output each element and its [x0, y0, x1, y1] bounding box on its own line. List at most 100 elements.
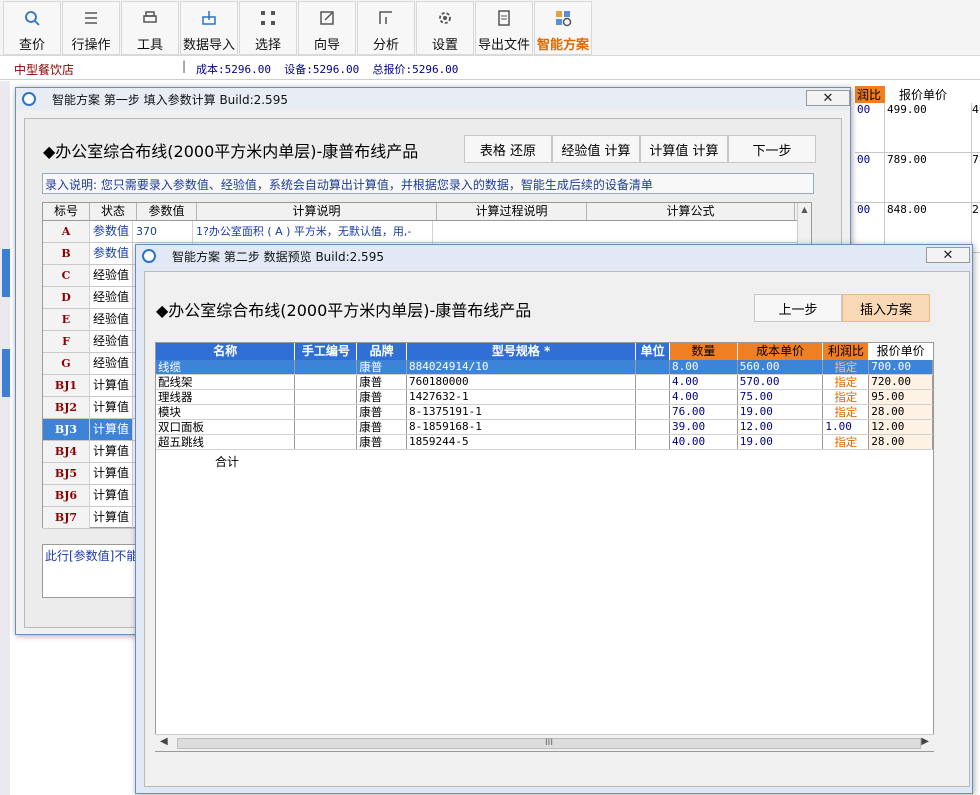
table-row[interactable]: 超五跳线 康普 1859244-5 40.00 19.00 指定 28.00 [156, 435, 933, 450]
truncated-cell: 49 [972, 103, 980, 116]
scroll-right-arrow-icon[interactable]: ▶ [921, 736, 929, 747]
info-bar: 中型餐饮店 | 成本:5296.00 设备:5296.00 总报价:5296.0… [0, 58, 980, 80]
row-key: G [43, 353, 90, 374]
cell-model: 8-1375191-1 [407, 405, 637, 419]
toolbar-button-3[interactable]: 数据导入 [180, 1, 238, 55]
window-titlebar[interactable]: 智能方案 第二步 数据预览 Build:2.595 [136, 245, 972, 267]
row-key: BJ5 [43, 463, 90, 484]
row-key: BJ1 [43, 375, 90, 396]
previous-step-button[interactable]: 上一步 [754, 294, 842, 322]
computed-calc-button[interactable]: 计算值 计算 [640, 135, 728, 163]
experience-calc-button[interactable]: 经验值 计算 [552, 135, 640, 163]
table-row[interactable]: 模块 康普 8-1375191-1 76.00 19.00 指定 28.00 [156, 405, 933, 420]
background-grid-row: 00499.0049 [855, 103, 980, 153]
horizontal-scrollbar[interactable]: ◀ III ▶ [155, 734, 934, 751]
column-header: 手工编号 [295, 343, 358, 360]
column-header: 单位 [636, 343, 671, 360]
cell-name: 理线器 [156, 390, 296, 404]
table-row[interactable]: 线缆 康普 884024914/10 8.00 560.00 指定 700.00 [156, 360, 933, 375]
row-status: 计算值 [90, 419, 133, 440]
cell-code [295, 420, 358, 434]
cell-brand: 康普 [357, 405, 408, 419]
next-step-button[interactable]: 下一步 [728, 135, 816, 163]
smart-plan-icon [553, 8, 573, 28]
cell-qty: 39.00 [670, 420, 738, 434]
window-title: 智能方案 第一步 填入参数计算 Build:2.595 [52, 92, 288, 107]
toolbar-button-7[interactable]: 设置 [416, 1, 474, 55]
column-header: 报价单价 [869, 343, 933, 360]
cell-model: 1427632-1 [407, 390, 637, 404]
edit-icon [317, 8, 337, 28]
toolbar-button-1[interactable]: 行操作 [62, 1, 120, 55]
plan-heading: ◆办公室综合布线(2000平方米内单层)-康普布线产品 [43, 142, 419, 161]
column-header: 利润比 [823, 343, 870, 360]
toolbar-button-label: 选择 [254, 38, 281, 53]
cell-cost: 75.00 [738, 390, 824, 404]
printer-icon [140, 8, 160, 28]
column-header: 状态 [90, 203, 137, 220]
row-status: 计算值 [90, 463, 133, 484]
cell-code [295, 435, 358, 449]
preview-grid: 名称 手工编号 品牌 型号规格 * 单位 数量 成本单价 利润比 报价单价 线缆 康普 884024… [155, 342, 934, 752]
toolbar-button-label: 查价 [18, 38, 45, 53]
export-file-icon [494, 8, 514, 28]
toolbar-button-9[interactable]: 智能方案 [534, 1, 592, 55]
toolbar-button-label: 数据导入 [182, 38, 235, 53]
toolbar-button-6[interactable]: 分析 [357, 1, 415, 55]
toolbar-button-0[interactable]: 查价 [3, 1, 61, 55]
price-cell: 789.00 [885, 153, 972, 202]
row-key: E [43, 309, 90, 330]
cell-cost: 560.00 [737, 360, 824, 374]
scroll-left-arrow-icon[interactable]: ◀ [160, 736, 168, 747]
search-icon [22, 8, 42, 28]
parameter-row[interactable]: A 参数值 370 1?办公室面积 ( A ) 平方米，无默认值，用,- [43, 221, 811, 243]
truncated-cell: 78 [972, 153, 980, 166]
cell-qty: 8.00 [670, 360, 738, 374]
cell-unit [636, 390, 670, 404]
window-titlebar[interactable]: 智能方案 第一步 填入参数计算 Build:2.595 [16, 88, 850, 110]
cell-qty: 40.00 [670, 435, 738, 449]
cell-code [295, 375, 358, 389]
close-button[interactable]: ✕ [926, 247, 970, 263]
toolbar-button-label: 工具 [136, 38, 163, 53]
total-label: 合计 [215, 455, 240, 469]
cell-unit [636, 405, 670, 419]
row-status: 计算值 [90, 485, 133, 506]
toolbar-button-8[interactable]: 导出文件 [475, 1, 533, 55]
background-grid-row: 00789.0078 [855, 153, 980, 203]
toolbar-button-4[interactable]: 选择 [239, 1, 297, 55]
cell-name: 配线架 [156, 375, 296, 389]
price-cell: 499.00 [885, 103, 972, 152]
toolbar-button-label: 设置 [431, 38, 458, 53]
restore-table-button[interactable]: 表格 还原 [464, 135, 552, 163]
table-row[interactable]: 配线架 康普 760180000 4.00 570.00 指定 720.00 [156, 375, 933, 390]
table-row[interactable]: 理线器 康普 1427632-1 4.00 75.00 指定 95.00 [156, 390, 933, 405]
row-value-cell[interactable]: 370 [133, 221, 193, 242]
cell-brand: 康普 [357, 360, 408, 374]
row-status: 计算值 [90, 441, 133, 462]
step2-button-group: 上一步 插入方案 [754, 294, 930, 322]
scroll-up-arrow-icon[interactable]: ▲ [798, 205, 811, 214]
row-status: 计算值 [90, 375, 133, 396]
cell-cost: 570.00 [738, 375, 824, 389]
row-status: 经验值 [90, 353, 133, 374]
table-row[interactable]: 双口面板 康普 8-1859168-1 39.00 12.00 1.00 12.00 [156, 420, 933, 435]
truncated-cell: 2, [972, 203, 980, 216]
cell-unit [636, 375, 670, 389]
insert-plan-button[interactable]: 插入方案 [842, 294, 930, 322]
cell-ratio: 指定 [823, 405, 870, 419]
cell-model: 8-1859168-1 [407, 420, 637, 434]
cell-model: 760180000 [407, 375, 637, 389]
cell-ratio: 指定 [823, 360, 870, 374]
column-header: 标号 [43, 203, 90, 220]
scroll-thumb[interactable]: III [177, 738, 921, 749]
gear-icon [435, 8, 455, 28]
cell-code [295, 405, 358, 419]
toolbar-button-5[interactable]: 向导 [298, 1, 356, 55]
toolbar-button-2[interactable]: 工具 [121, 1, 179, 55]
ratio-cell: 00 [855, 153, 885, 202]
cell-name: 超五跳线 [156, 435, 296, 449]
column-header: 型号规格 * [407, 343, 637, 360]
close-button[interactable]: ✕ [806, 90, 850, 106]
row-status: 经验值 [90, 309, 133, 330]
